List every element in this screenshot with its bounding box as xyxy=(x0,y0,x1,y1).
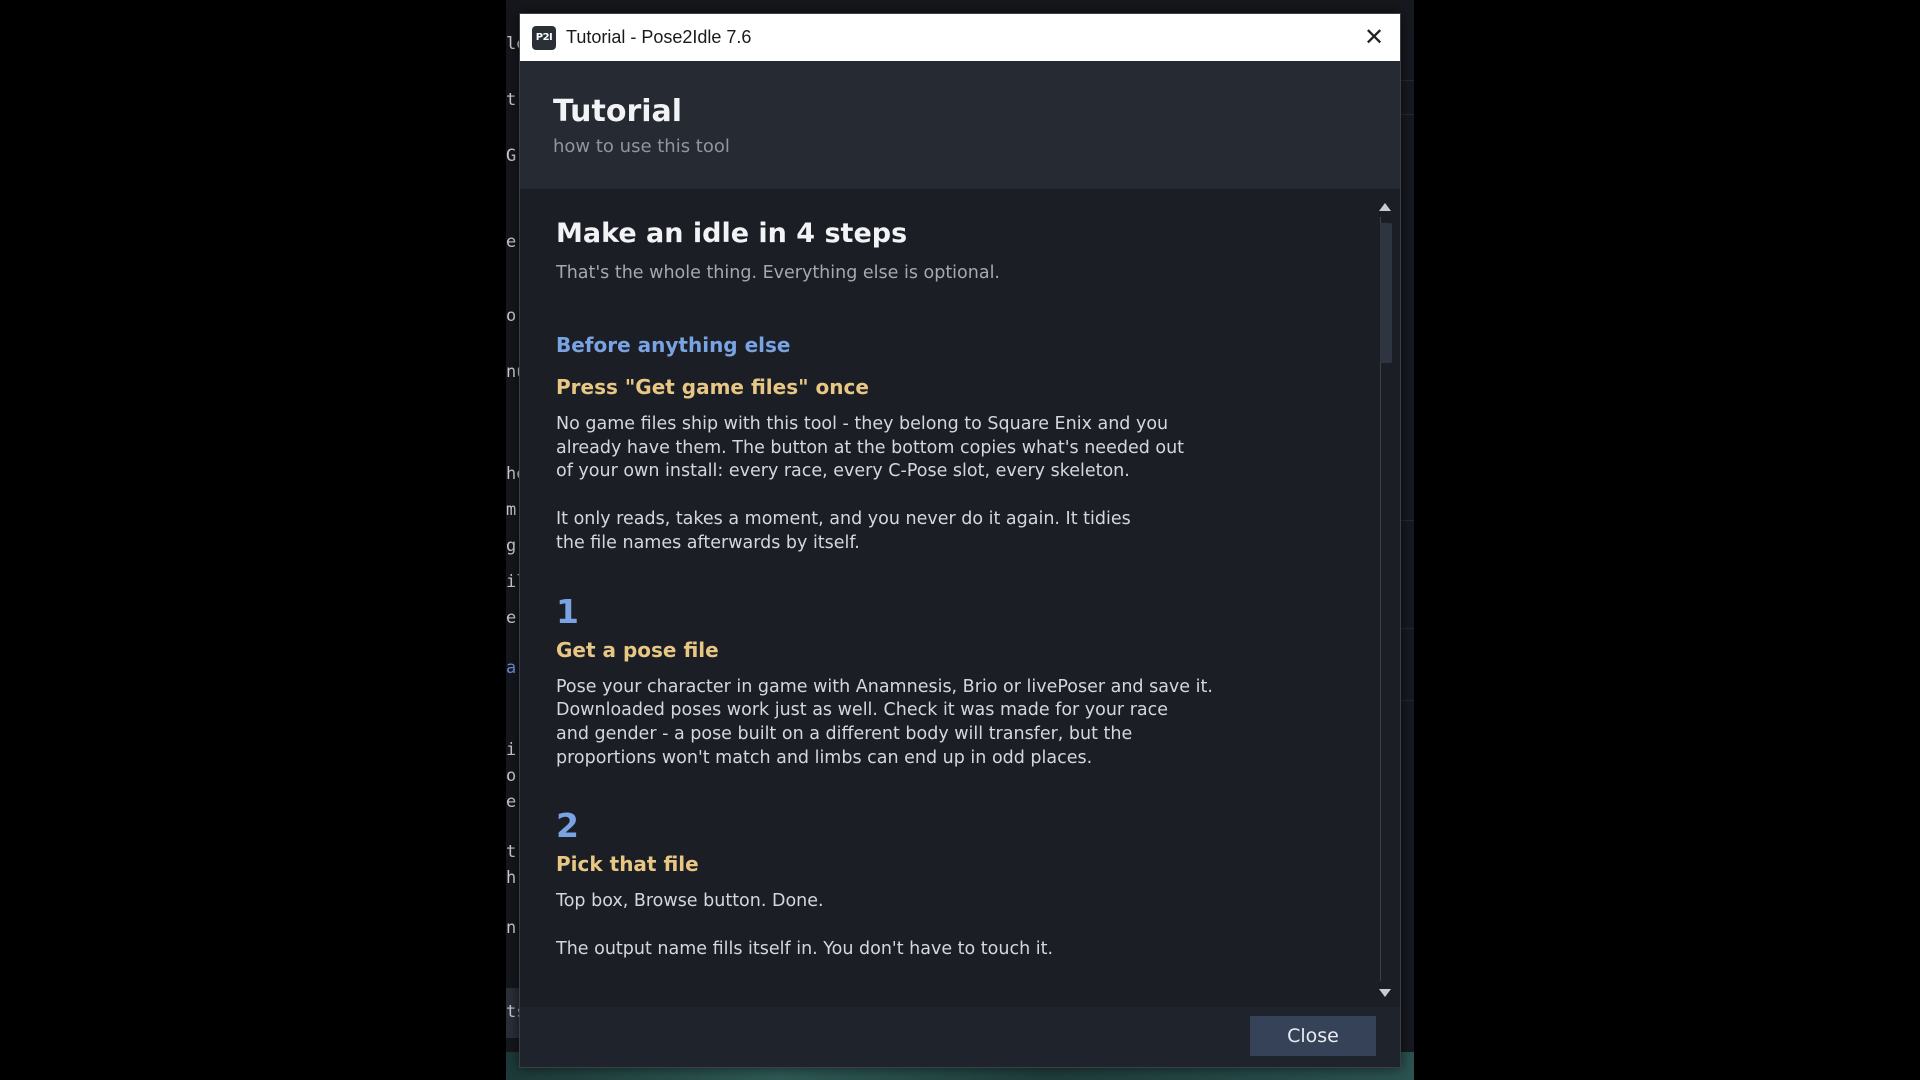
bg-text-fragment: G xyxy=(506,146,517,166)
vertical-scrollbar[interactable] xyxy=(1376,199,1394,999)
tutorial-content[interactable]: Make an idle in 4 steps That's the whole… xyxy=(520,189,1400,1009)
main-heading: Make an idle in 4 steps xyxy=(556,218,908,249)
step-title: Pick that file xyxy=(556,852,699,877)
page-subtitle: how to use this tool xyxy=(553,136,730,157)
section-heading: Before anything else xyxy=(556,333,791,357)
paragraph: Top box, Browse button. Done. xyxy=(556,891,824,912)
step-title: Get a pose file xyxy=(556,637,719,662)
bg-text-fragment: m xyxy=(506,500,517,520)
paragraph: Pose your character in game with Anamnes… xyxy=(556,676,1213,768)
dialog-header: Tutorial how to use this tool xyxy=(520,61,1400,189)
bg-text-fragment: n xyxy=(506,918,517,938)
title-bar[interactable]: P2I Tutorial - Pose2Idle 7.6 ✕ xyxy=(520,14,1400,61)
bg-divider xyxy=(1400,80,1414,81)
close-button[interactable]: Close xyxy=(1250,1016,1376,1056)
bg-text-fragment: e xyxy=(506,232,517,252)
scroll-down-icon[interactable] xyxy=(1379,989,1391,997)
bg-divider xyxy=(1400,700,1414,701)
scroll-up-icon[interactable] xyxy=(1379,203,1391,211)
bg-text-fragment: e xyxy=(506,792,517,812)
window-title: Tutorial - Pose2Idle 7.6 xyxy=(566,27,752,47)
tutorial-dialog: P2I Tutorial - Pose2Idle 7.6 ✕ Tutorial … xyxy=(519,13,1401,1068)
paragraph: No game files ship with this tool - they… xyxy=(556,414,1185,482)
bg-text-fragment: h xyxy=(506,868,517,888)
bg-text-fragment: o xyxy=(506,766,517,786)
page-title: Tutorial xyxy=(553,94,683,129)
bg-text-fragment: i xyxy=(506,740,517,760)
background-right-column xyxy=(1400,0,1414,1080)
section-title: Press "Get game files" once xyxy=(556,375,869,399)
intro-text: That's the whole thing. Everything else … xyxy=(556,263,1000,283)
scroll-thumb[interactable] xyxy=(1380,223,1392,363)
step-number: 1 xyxy=(556,591,579,631)
app-logo-icon: P2I xyxy=(532,25,556,50)
tutorial-text: Make an idle in 4 steps That's the whole… xyxy=(520,189,1320,962)
bg-divider xyxy=(1400,114,1414,115)
step-number: 2 xyxy=(556,806,579,846)
bg-divider xyxy=(1400,520,1414,521)
dialog-footer: Close xyxy=(520,1007,1400,1067)
bg-text-fragment: g xyxy=(506,536,517,556)
bg-text-fragment: t xyxy=(506,842,517,862)
bg-divider xyxy=(1400,628,1414,629)
paragraph: It only reads, takes a moment, and you n… xyxy=(556,509,1131,553)
paragraph: The output name fills itself in. You don… xyxy=(556,939,1054,960)
close-icon[interactable]: ✕ xyxy=(1360,23,1388,51)
bg-text-fragment: t xyxy=(506,90,517,110)
